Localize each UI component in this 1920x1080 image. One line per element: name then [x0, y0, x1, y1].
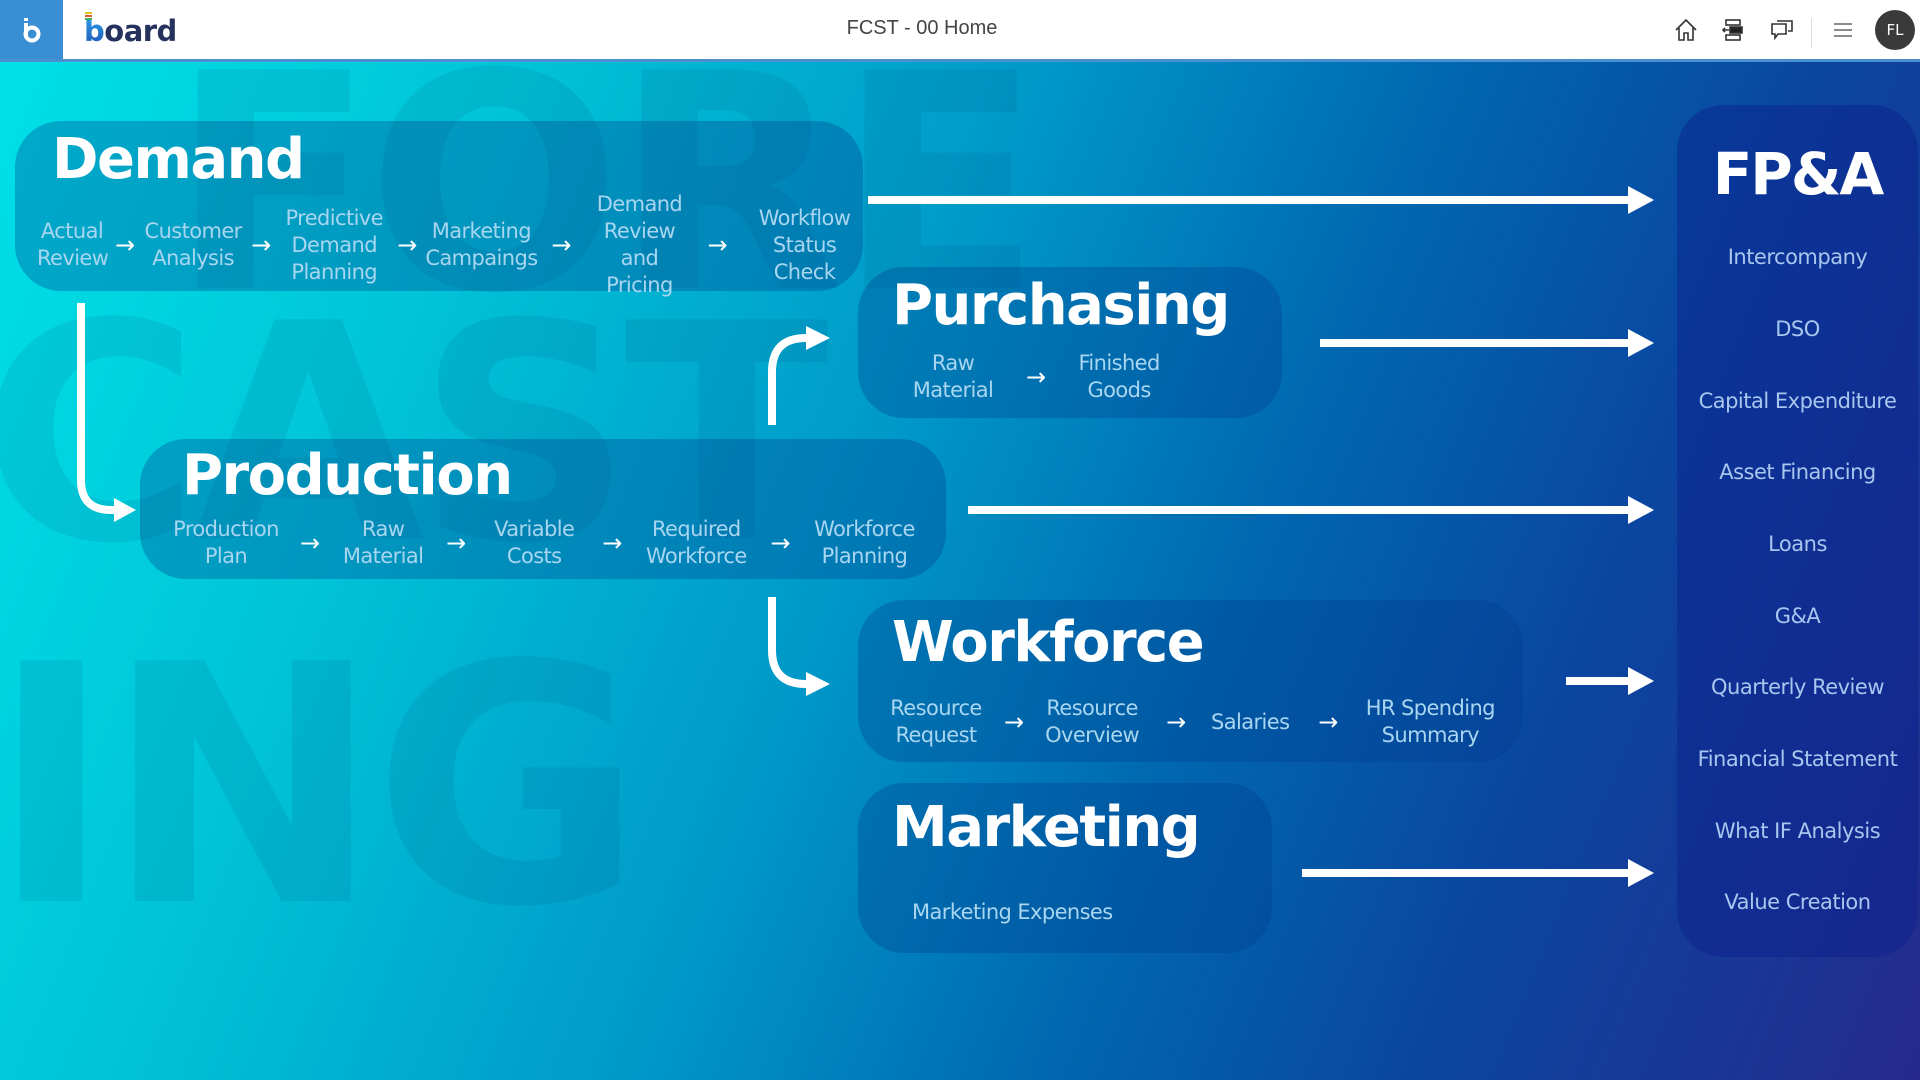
arrowhead-icon [1628, 186, 1654, 214]
step-arrow-icon: → [1318, 708, 1339, 736]
fpa-title: FP&A [1712, 140, 1885, 208]
step-production-plan[interactable]: Production Plan [170, 516, 282, 570]
fpa-item-asset-financing[interactable]: Asset Financing [1677, 460, 1918, 484]
fpa-item-intercompany[interactable]: Intercompany [1677, 245, 1918, 269]
production-to-workforce-arrow [768, 597, 810, 688]
step-arrow-icon: → [1004, 708, 1025, 736]
step-actual-review[interactable]: Actual Review [37, 218, 109, 272]
step-raw-material[interactable]: Raw Material [898, 350, 1008, 404]
panel-toggle-button[interactable] [1718, 14, 1750, 46]
step-resource-request[interactable]: Resource Request [880, 695, 992, 749]
purchasing-steps: Raw Material → Finished Goods [898, 347, 1174, 407]
fpa-item-quarterly-review[interactable]: Quarterly Review [1677, 675, 1918, 699]
workforce-steps: Resource Request → Resource Overview → S… [880, 692, 1500, 752]
dashboard-canvas: FORE CAST ING Demand Actual Review → Cus… [0, 62, 1920, 1080]
home-button[interactable] [1670, 14, 1702, 46]
fpa-item-loans[interactable]: Loans [1677, 532, 1918, 556]
step-required-workforce[interactable]: Required Workforce [640, 516, 752, 570]
step-variable-costs[interactable]: Variable Costs [484, 516, 584, 570]
step-workflow-status-check[interactable]: Workflow Status Check [742, 205, 868, 286]
arrowhead-icon [1628, 667, 1654, 695]
workforce-section: Workforce Resource Request → Resource Ov… [858, 600, 1523, 762]
fpa-item-capital-expenditure[interactable]: Capital Expenditure [1677, 389, 1918, 413]
step-arrow-icon: → [300, 529, 321, 557]
user-avatar[interactable]: FL [1875, 10, 1915, 50]
production-section: Production Production Plan → Raw Materia… [140, 439, 946, 579]
step-raw-material[interactable]: Raw Material [338, 516, 428, 570]
top-header: board FCST - 00 Home FL [0, 0, 1920, 62]
chat-icon [1771, 20, 1793, 41]
header-divider [1811, 18, 1812, 48]
fpa-item-g-and-a[interactable]: G&A [1677, 604, 1918, 628]
step-arrow-icon: → [551, 231, 572, 259]
step-arrow-icon: → [251, 231, 272, 259]
marketing-title: Marketing [892, 795, 1201, 860]
step-finished-goods[interactable]: Finished Goods [1064, 350, 1174, 404]
step-arrow-icon: → [1166, 708, 1187, 736]
purchasing-title: Purchasing [892, 273, 1230, 338]
step-workforce-planning[interactable]: Workforce Planning [808, 516, 920, 570]
arrowhead-icon [1628, 859, 1654, 887]
step-arrow-icon: → [397, 231, 418, 259]
layout-panel-icon [1721, 19, 1743, 41]
fpa-panel: FP&A Intercompany DSO Capital Expenditur… [1677, 105, 1918, 957]
arrowhead-icon [1628, 329, 1654, 357]
marketing-steps: Marketing Expenses [912, 895, 1113, 929]
purchasing-section: Purchasing Raw Material → Finished Goods [858, 267, 1282, 418]
step-arrow-icon: → [1026, 363, 1047, 391]
step-arrow-icon: → [115, 231, 136, 259]
step-marketing-campaings[interactable]: Marketing Campaings [425, 218, 538, 272]
watermark-text: ING [0, 595, 644, 979]
fpa-item-what-if-analysis[interactable]: What IF Analysis [1677, 819, 1918, 843]
arrowhead-icon [1628, 496, 1654, 524]
step-customer-analysis[interactable]: Customer Analysis [143, 218, 243, 272]
step-predictive-demand-planning[interactable]: Predictive Demand Planning [279, 205, 389, 286]
step-salaries[interactable]: Salaries [1204, 709, 1296, 736]
step-demand-review-pricing[interactable]: Demand Review and Pricing [585, 191, 693, 299]
production-title: Production [182, 443, 513, 508]
fpa-item-dso[interactable]: DSO [1677, 317, 1918, 341]
demand-steps: Actual Review → Customer Analysis → Pred… [37, 192, 868, 297]
step-arrow-icon: → [707, 231, 728, 259]
page-title: FCST - 00 Home [846, 17, 998, 39]
marketing-section: Marketing Marketing Expenses [858, 783, 1272, 953]
main-menu-button[interactable] [1827, 14, 1859, 46]
arrowhead-icon [806, 672, 830, 696]
fpa-item-financial-statement[interactable]: Financial Statement [1677, 747, 1918, 771]
step-resource-overview[interactable]: Resource Overview [1036, 695, 1148, 749]
production-steps: Production Plan → Raw Material → Variabl… [170, 513, 920, 573]
fpa-item-value-creation[interactable]: Value Creation [1677, 890, 1918, 914]
comments-button[interactable] [1766, 14, 1798, 46]
step-arrow-icon: → [446, 529, 467, 557]
demand-section: Demand Actual Review → Customer Analysis… [15, 121, 863, 297]
step-arrow-icon: → [602, 529, 623, 557]
workforce-title: Workforce [892, 610, 1205, 675]
step-marketing-expenses[interactable]: Marketing Expenses [912, 899, 1113, 926]
demand-title: Demand [52, 127, 305, 192]
step-arrow-icon: → [770, 529, 791, 557]
hamburger-menu-icon [1834, 23, 1852, 37]
step-hr-spending-summary[interactable]: HR Spending Summary [1360, 695, 1500, 749]
home-icon [1675, 18, 1697, 41]
